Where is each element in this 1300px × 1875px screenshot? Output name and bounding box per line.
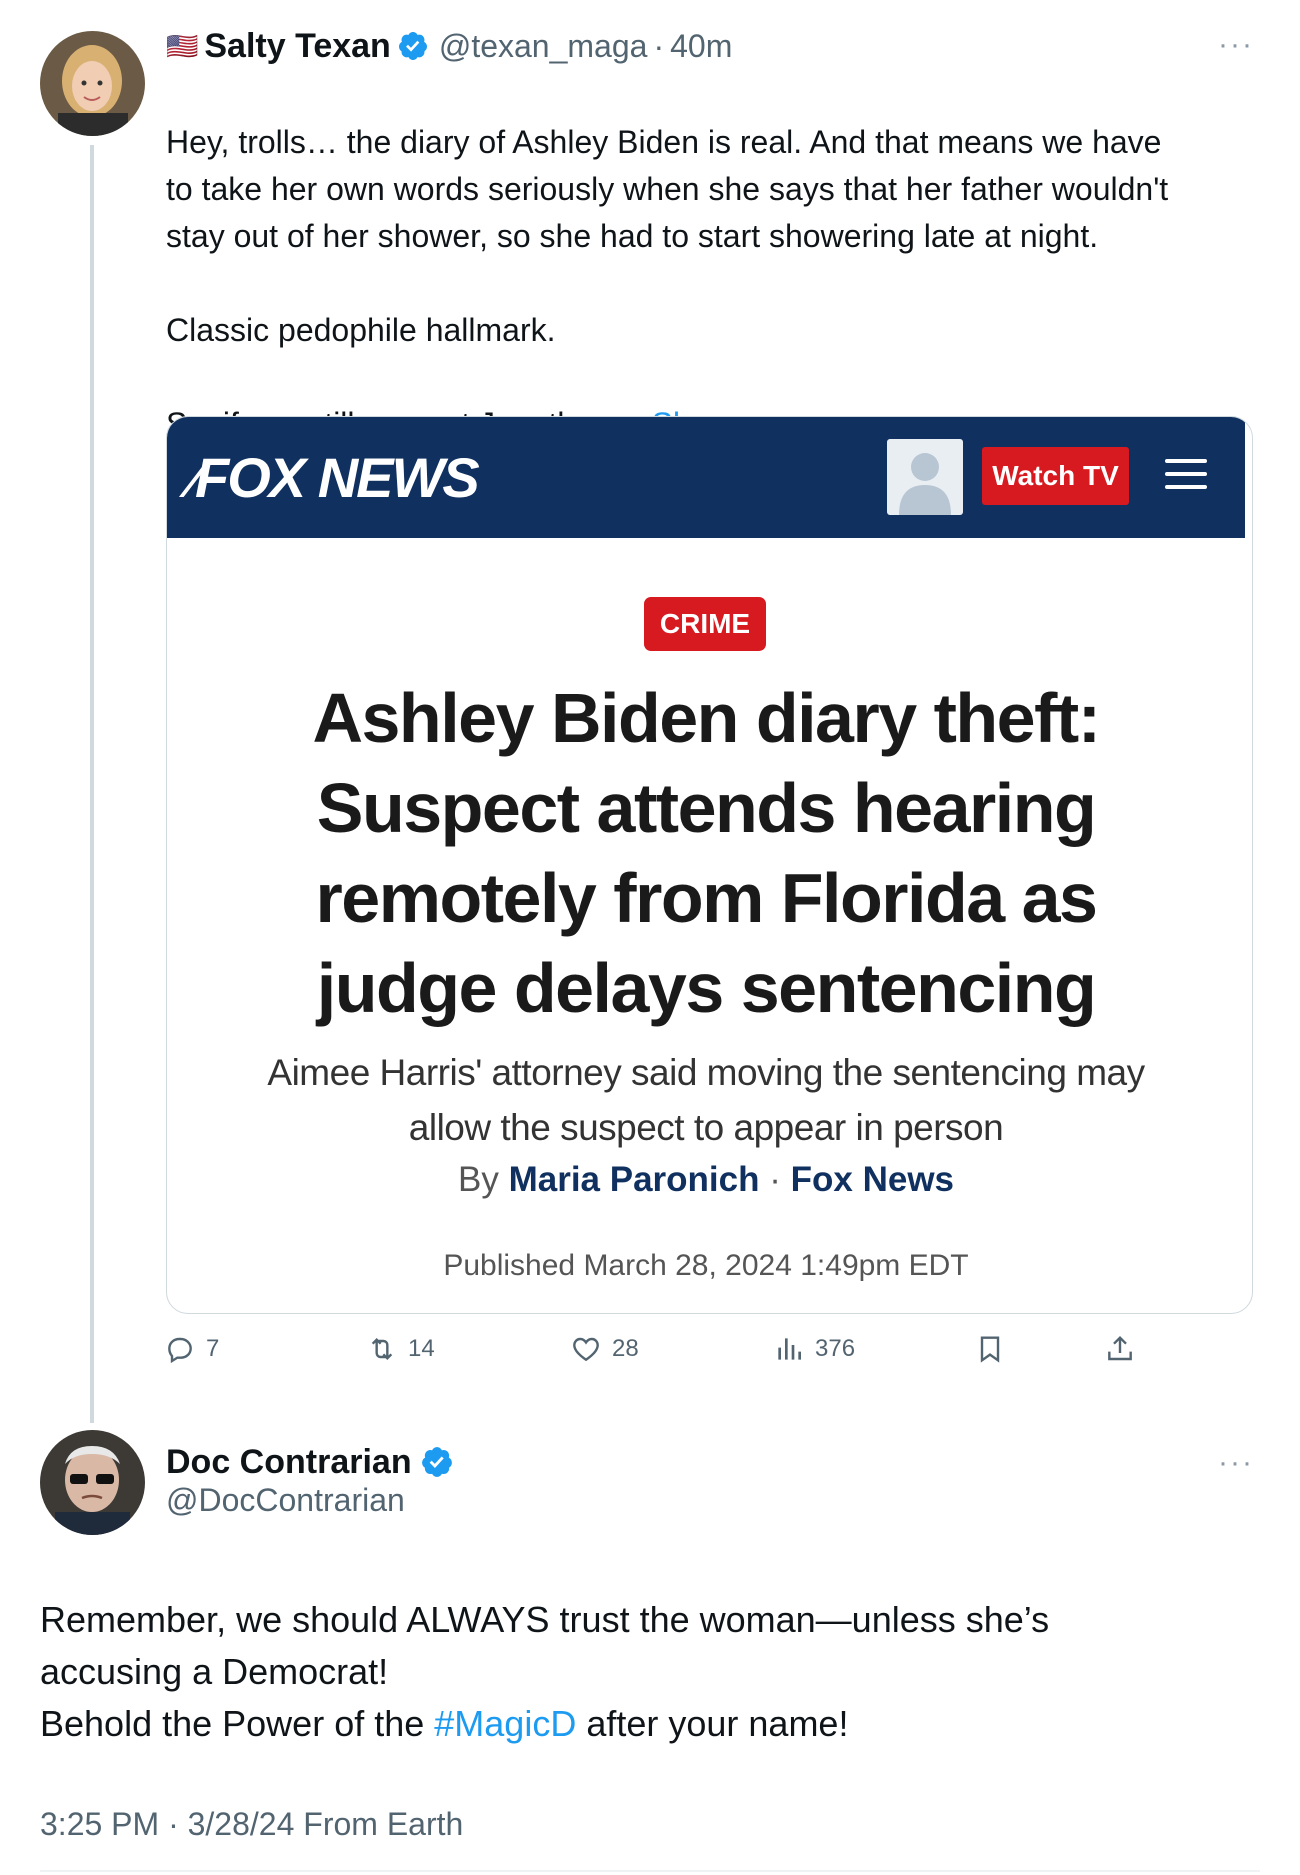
tweet2-line3: Behold the Power of the #MagicD after yo…	[40, 1703, 849, 1744]
fox-news-logo: ⁄FOX NEWS	[189, 446, 480, 509]
tweet2-text: Remember, we should ALWAYS trust the wom…	[40, 1594, 1260, 1750]
reply-icon	[168, 1337, 192, 1364]
divider	[40, 1870, 1260, 1872]
tweet1-header: 🇺🇸 Salty Texan @texan_maga · 40m	[166, 24, 732, 68]
thread-line	[90, 145, 94, 1423]
tweet2-header: Doc Contrarian @DocContrarian	[166, 1440, 454, 1519]
author-link: Maria Paronich	[508, 1160, 760, 1199]
verified-badge-icon	[397, 30, 429, 62]
article-byline: By Maria Paronich · Fox News	[457, 1160, 955, 1199]
like-button[interactable]: 28	[570, 1333, 639, 1365]
share-icon	[1108, 1335, 1132, 1361]
views-icon	[778, 1338, 801, 1360]
author-name[interactable]: Salty Texan	[204, 27, 390, 66]
avatar-salty-texan[interactable]	[40, 31, 145, 136]
separator-dot: ·	[653, 27, 665, 64]
verified-badge-icon	[420, 1445, 454, 1479]
hashtag-link[interactable]: #MagicD	[434, 1703, 576, 1744]
link-card[interactable]: ⁄FOX NEWS Watch TV CRIME Ashley Biden di…	[166, 416, 1253, 1314]
reply-button[interactable]: 7	[164, 1333, 219, 1365]
more-options-icon[interactable]: ···	[1218, 1446, 1254, 1480]
tweet1-text-main: Hey, trolls… the diary of Ashley Biden i…	[166, 124, 1169, 442]
hamburger-menu-icon	[1165, 459, 1207, 493]
more-options-icon[interactable]: ···	[1218, 28, 1254, 62]
author-handle[interactable]: @texan_maga	[439, 28, 648, 65]
author-handle[interactable]: @DocContrarian	[166, 1482, 454, 1519]
tweet-time[interactable]: 40m	[670, 28, 732, 65]
published-date: Published March 28, 2024 1:49pm EDT	[443, 1249, 969, 1282]
fox-news-header: ⁄FOX NEWS Watch TV	[167, 417, 1245, 538]
share-button[interactable]	[1104, 1333, 1136, 1365]
category-badge: CRIME	[644, 597, 766, 651]
views-button[interactable]: 376	[773, 1333, 855, 1365]
repost-button[interactable]: 14	[366, 1333, 435, 1365]
us-flag-icon: 🇺🇸	[166, 30, 199, 61]
article-subhead: Aimee Harris' attorney said moving the s…	[267, 1052, 1145, 1148]
tweet2-line1: Remember, we should ALWAYS trust the wom…	[40, 1599, 1050, 1640]
user-account-icon	[887, 439, 963, 515]
bookmark-button[interactable]	[974, 1333, 1006, 1365]
article-headline: Ashley Biden diary theft: Suspect attend…	[312, 679, 1101, 1027]
tweet2-timestamp[interactable]: 3:25 PM · 3/28/24 From Earth	[40, 1806, 463, 1843]
watch-tv-button: Watch TV	[982, 447, 1129, 505]
avatar-doc-contrarian[interactable]	[40, 1430, 145, 1535]
bookmark-icon	[980, 1336, 1000, 1363]
tweet2-line2: accusing a Democrat!	[40, 1651, 389, 1692]
tweet1-text: Hey, trolls… the diary of Ashley Biden i…	[166, 72, 1266, 448]
outlet-link: Fox News	[790, 1160, 955, 1199]
repost-icon	[371, 1337, 393, 1361]
heart-icon	[573, 1337, 599, 1362]
author-name[interactable]: Doc Contrarian	[166, 1443, 412, 1482]
